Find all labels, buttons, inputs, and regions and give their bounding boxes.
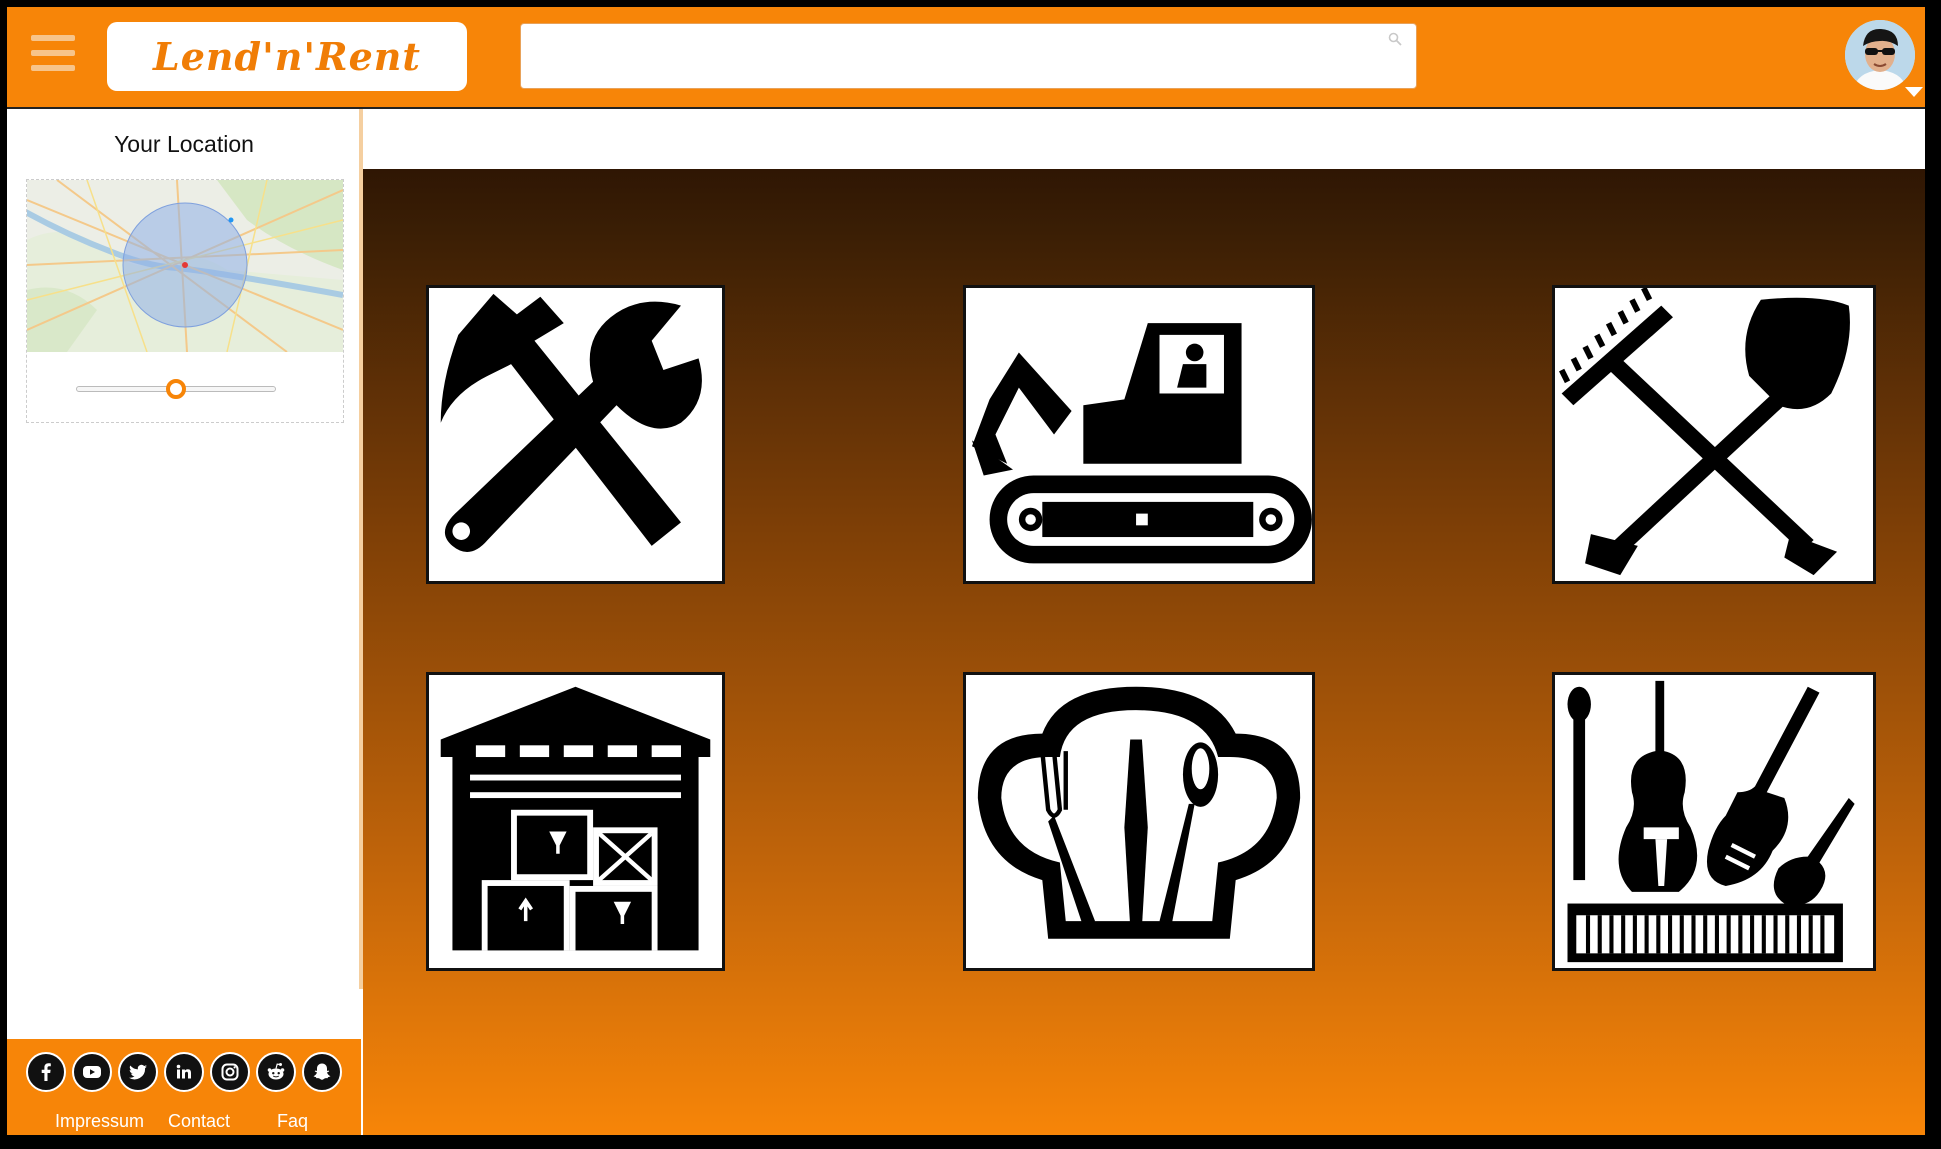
search-icon[interactable] xyxy=(1388,32,1402,46)
category-tile-catering[interactable] xyxy=(963,672,1315,971)
warehouse-icon xyxy=(440,686,711,951)
search-bar[interactable] xyxy=(520,23,1417,89)
hammer-wrench-icon xyxy=(440,293,702,552)
radius-slider[interactable] xyxy=(76,374,276,404)
category-tile-garden[interactable] xyxy=(1552,285,1876,584)
instagram-icon[interactable] xyxy=(210,1052,250,1092)
sidebar-footer: Impressum Contact Faq xyxy=(7,1039,361,1135)
twitter-icon[interactable] xyxy=(118,1052,158,1092)
category-tile-construction[interactable] xyxy=(963,285,1315,584)
instruments-icon xyxy=(1567,680,1855,963)
menu-icon[interactable] xyxy=(31,35,75,79)
linkedin-icon[interactable] xyxy=(164,1052,204,1092)
app-window: Lend'n'Rent Your Location Impressum Cont… xyxy=(7,7,1925,1135)
chevron-down-icon[interactable] xyxy=(1905,87,1923,97)
reddit-icon[interactable] xyxy=(256,1052,296,1092)
sidebar: Your Location xyxy=(7,109,361,1039)
search-input[interactable] xyxy=(521,24,1416,88)
faq-link[interactable]: Faq xyxy=(277,1111,308,1132)
contact-link[interactable]: Contact xyxy=(168,1111,230,1132)
location-map[interactable] xyxy=(27,180,343,352)
category-tile-storage[interactable] xyxy=(426,672,725,971)
rake-shovel-icon xyxy=(1559,288,1850,576)
slider-thumb[interactable] xyxy=(166,379,186,399)
chef-hat-cutlery-icon xyxy=(977,686,1301,939)
logo-text: Lend'n'Rent xyxy=(153,34,421,79)
category-tile-tools[interactable] xyxy=(426,285,725,584)
impressum-link[interactable]: Impressum xyxy=(55,1111,144,1132)
social-links xyxy=(26,1052,342,1092)
category-tile-music[interactable] xyxy=(1552,672,1876,971)
youtube-icon[interactable] xyxy=(72,1052,112,1092)
avatar[interactable] xyxy=(1845,20,1915,90)
facebook-icon[interactable] xyxy=(26,1052,66,1092)
excavator-icon xyxy=(971,323,1312,564)
logo[interactable]: Lend'n'Rent xyxy=(107,22,467,91)
snapchat-icon[interactable] xyxy=(302,1052,342,1092)
category-grid xyxy=(363,109,1925,1135)
top-bar: Lend'n'Rent xyxy=(7,7,1925,109)
location-card xyxy=(26,179,344,423)
location-title: Your Location xyxy=(114,131,254,157)
